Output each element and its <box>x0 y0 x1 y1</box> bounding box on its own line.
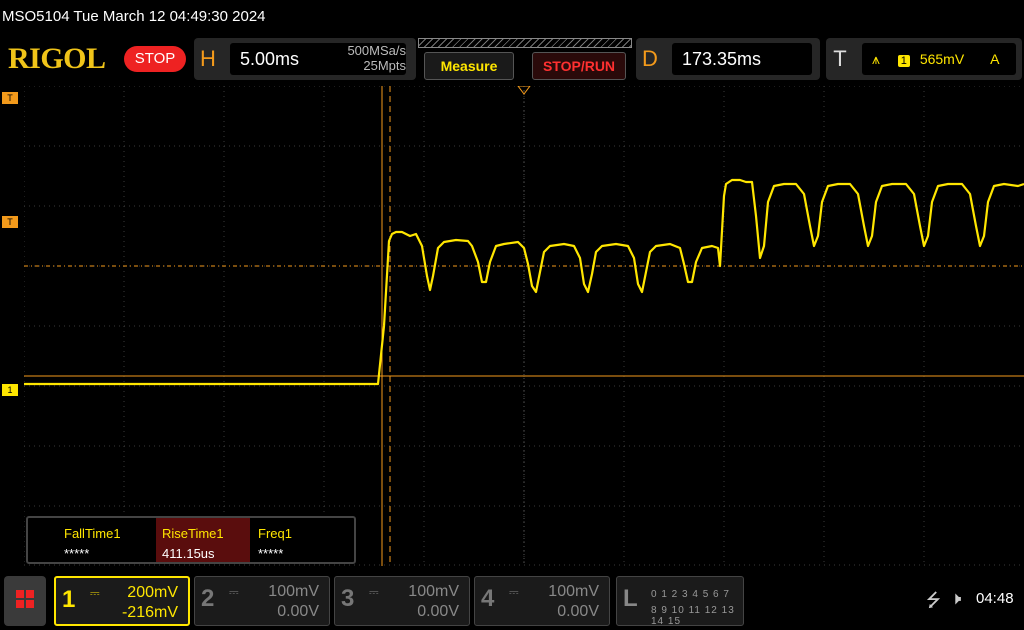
measurement-name: FallTime1 <box>64 526 121 541</box>
logic-channels-row2: 8 9 10 11 12 13 14 15 <box>651 605 735 627</box>
memory-position-bar[interactable] <box>418 38 632 48</box>
channel-scale: 100mV <box>548 583 599 600</box>
channel-number: 4 <box>481 585 495 612</box>
bottom-bar: 1 ⎓ 200mV -216mV 2 ⎓ 100mV 0.00V 3 ⎓ 100… <box>0 574 1024 630</box>
rising-edge-icon: ⩚ <box>872 51 880 67</box>
trigger-top-marker[interactable]: T <box>2 92 18 104</box>
channel-number: 1 <box>62 586 76 613</box>
channel4-box[interactable]: 4 ⎓ 100mV 0.00V <box>474 576 610 626</box>
waveform-svg <box>24 86 1024 566</box>
channel-offset: -216mV <box>121 604 178 621</box>
coupling-dc-icon: ⎓ <box>509 585 519 599</box>
channel-number: 3 <box>341 585 355 612</box>
horizontal-panel[interactable]: H 5.00ms 500MSa/s 25Mpts <box>194 38 416 80</box>
trigger-source: 1 <box>897 55 910 67</box>
channel2-box[interactable]: 2 ⎓ 100mV 0.00V <box>194 576 330 626</box>
measurement-value: ***** <box>258 546 284 561</box>
measure-button[interactable]: Measure <box>424 52 514 80</box>
trigger-mode: A <box>990 51 1000 67</box>
coupling-dc-icon: ⎓ <box>369 585 379 599</box>
menu-grid-icon[interactable] <box>4 576 46 626</box>
delay-value: 173.35ms <box>672 43 812 75</box>
trigger-level: 565mV <box>919 51 965 67</box>
coupling-dc-icon: ⎓ <box>90 586 100 600</box>
memory-bar-area: Measure STOP/RUN <box>414 36 636 82</box>
measurement-falltime[interactable]: FallTime1 ***** <box>58 518 152 562</box>
channel1-offset-marker[interactable]: 1 <box>2 384 18 396</box>
run-state-badge[interactable]: STOP <box>124 46 186 72</box>
rigol-logo: RIGOL <box>8 42 106 75</box>
measurement-risetime[interactable]: RiseTime1 411.15us <box>156 518 250 562</box>
measurement-panel[interactable]: FallTime1 ***** RiseTime1 411.15us Freq1… <box>26 516 356 564</box>
logic-letter: L <box>623 585 638 612</box>
trigger-level-marker[interactable]: T <box>2 216 18 228</box>
horizontal-letter: H <box>200 46 216 71</box>
channel-number: 2 <box>201 585 215 612</box>
trigger-letter: T <box>833 46 847 71</box>
channel3-box[interactable]: 3 ⎓ 100mV 0.00V <box>334 576 470 626</box>
channel-offset: 0.00V <box>557 603 599 620</box>
coupling-dc-icon: ⎓ <box>229 585 239 599</box>
measurement-value: ***** <box>64 546 90 561</box>
measurement-value: 411.15us <box>162 546 215 561</box>
top-toolbar: RIGOL STOP H 5.00ms 500MSa/s 25Mpts Meas… <box>0 36 1024 82</box>
usb-icon: ⭍ <box>926 590 941 610</box>
measurement-name: Freq1 <box>258 526 292 541</box>
channel-offset: 0.00V <box>417 603 459 620</box>
clock: 04:48 <box>976 590 1014 607</box>
channel-scale: 100mV <box>268 583 319 600</box>
memory-depth: 25Mpts <box>363 58 406 73</box>
acquisition-info: 500MSa/s 25Mpts <box>347 43 406 73</box>
trigger-settings: ⩚ 1 565mV A <box>862 43 1016 75</box>
delay-letter: D <box>642 46 658 71</box>
status-line: MSO5104 Tue March 12 04:49:30 2024 <box>2 8 266 25</box>
waveform-display[interactable]: T T 1 <box>2 86 1024 566</box>
channel-scale: 200mV <box>127 584 178 601</box>
speaker-mute-icon[interactable]: 🕨 <box>950 588 961 609</box>
measurement-freq[interactable]: Freq1 ***** <box>252 518 346 562</box>
channel1-box[interactable]: 1 ⎓ 200mV -216mV <box>54 576 190 626</box>
stop-run-button[interactable]: STOP/RUN <box>532 52 626 80</box>
measurement-name: RiseTime1 <box>162 526 224 541</box>
trigger-panel[interactable]: T ⩚ 1 565mV A <box>826 38 1022 80</box>
channel-scale: 100mV <box>408 583 459 600</box>
delay-panel[interactable]: D 173.35ms <box>636 38 820 80</box>
logic-analyzer-box[interactable]: L 0 1 2 3 4 5 6 7 8 9 10 11 12 13 14 15 <box>616 576 744 627</box>
channel-offset: 0.00V <box>277 603 319 620</box>
logic-channels-row1: 0 1 2 3 4 5 6 7 <box>651 589 730 600</box>
sample-rate: 500MSa/s <box>347 43 406 58</box>
